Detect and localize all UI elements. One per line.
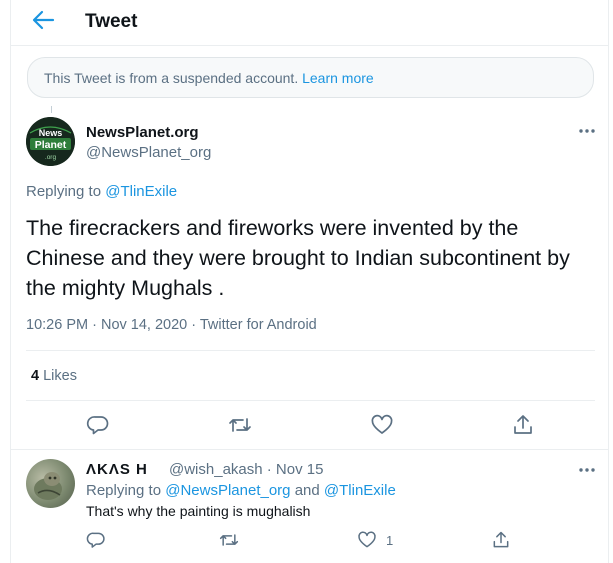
retweet-button[interactable] bbox=[228, 413, 252, 437]
heart-icon bbox=[358, 531, 376, 548]
learn-more-link[interactable]: Learn more bbox=[302, 70, 374, 86]
tweet-date[interactable]: Nov 14, 2020 bbox=[101, 317, 187, 333]
more-horizontal-icon bbox=[579, 468, 595, 472]
notice-text: This Tweet is from a suspended account. bbox=[44, 70, 299, 86]
divider bbox=[26, 400, 595, 401]
tweet-source[interactable]: Twitter for Android bbox=[200, 317, 317, 333]
newsplanet-logo: News Planet .org bbox=[26, 117, 75, 166]
reply-like-count: 1 bbox=[386, 533, 394, 548]
reply-retweet-button[interactable] bbox=[219, 530, 239, 550]
svg-text:News: News bbox=[39, 128, 63, 138]
retweet-icon bbox=[229, 418, 251, 432]
tweet-time[interactable]: 10:26 PM bbox=[26, 317, 88, 333]
author-name[interactable]: NewsPlanet.org bbox=[86, 124, 199, 141]
svg-text:.org: .org bbox=[45, 154, 57, 161]
tweet-text: The firecrackers and fireworks were inve… bbox=[26, 216, 570, 300]
reply-share-button[interactable] bbox=[491, 530, 511, 550]
likes-count: 4 bbox=[31, 368, 40, 384]
arrow-left-icon bbox=[32, 10, 55, 30]
avatar[interactable]: News Planet .org bbox=[26, 117, 75, 166]
like-button[interactable] bbox=[370, 413, 394, 437]
more-options-button[interactable] bbox=[576, 122, 598, 140]
comment-icon bbox=[86, 416, 109, 435]
mention-link[interactable]: @TlinExile bbox=[105, 183, 177, 200]
heart-icon bbox=[371, 414, 393, 434]
reply-avatar[interactable] bbox=[26, 459, 75, 508]
thread-connector bbox=[51, 106, 52, 113]
meta-separator: · bbox=[191, 317, 200, 333]
comment-icon bbox=[86, 532, 105, 548]
reply-author-name[interactable]: ΛKΛS H bbox=[86, 461, 148, 478]
reply-more-options-button[interactable] bbox=[576, 461, 598, 479]
tweet-column: Tweet This Tweet is from a suspended acc… bbox=[10, 0, 609, 563]
mention-link[interactable]: @NewsPlanet_org bbox=[165, 482, 290, 499]
mention-link[interactable]: @TlinExile bbox=[324, 482, 396, 499]
header-bar: Tweet bbox=[11, 0, 608, 46]
reply-author-handle[interactable]: @wish_akash · Nov 15 bbox=[169, 461, 323, 478]
divider bbox=[26, 350, 595, 351]
page-title: Tweet bbox=[85, 11, 138, 32]
replying-prefix: Replying to bbox=[86, 482, 162, 499]
author-handle[interactable]: @NewsPlanet_org bbox=[86, 144, 211, 161]
reply-button[interactable] bbox=[86, 413, 110, 437]
likes-label: Likes bbox=[43, 368, 77, 384]
back-button[interactable] bbox=[31, 9, 59, 31]
more-horizontal-icon bbox=[579, 129, 595, 133]
tweet-meta: 10:26 PM · Nov 14, 2020 · Twitter for An… bbox=[26, 317, 317, 333]
share-button[interactable] bbox=[511, 413, 535, 437]
replying-to: Replying to @TlinExile bbox=[26, 183, 177, 200]
replying-prefix: Replying to bbox=[26, 183, 102, 200]
suspended-notice: This Tweet is from a suspended account. … bbox=[27, 57, 594, 98]
reply-reply-button[interactable] bbox=[86, 530, 106, 550]
meta-separator: · bbox=[92, 317, 101, 333]
share-icon bbox=[514, 415, 532, 434]
retweet-icon bbox=[219, 534, 239, 546]
reply-like-button[interactable] bbox=[357, 530, 377, 550]
reply-text: That's why the painting is mughalish bbox=[86, 503, 311, 519]
and-word: and bbox=[294, 482, 320, 499]
reply-avatar-image bbox=[34, 472, 62, 500]
divider bbox=[11, 449, 608, 450]
share-icon bbox=[493, 531, 509, 548]
svg-text:Planet: Planet bbox=[35, 139, 67, 151]
reply-replying-to: Replying to @NewsPlanet_org and @TlinExi… bbox=[86, 482, 396, 499]
likes-count-link[interactable]: 4 Likes bbox=[31, 368, 77, 384]
